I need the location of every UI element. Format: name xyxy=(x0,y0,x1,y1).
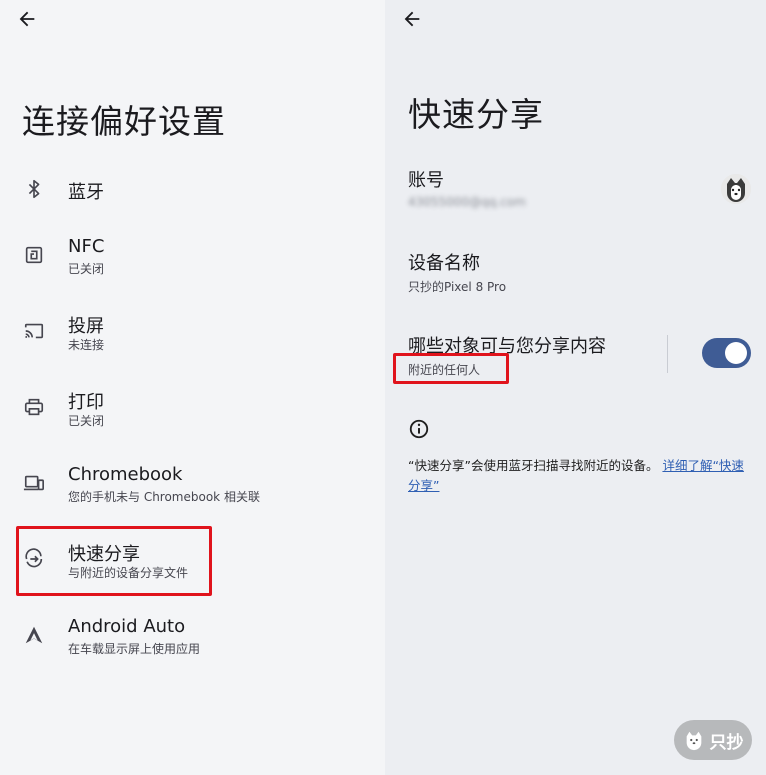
back-arrow-icon[interactable] xyxy=(401,8,425,32)
item-title: 投屏 xyxy=(68,316,104,337)
nfc-icon xyxy=(22,243,46,267)
avatar[interactable] xyxy=(721,174,751,204)
item-subtitle: 在车载显示屏上使用应用 xyxy=(68,642,201,656)
info-icon xyxy=(408,418,430,440)
account-label: 账号 xyxy=(408,170,444,191)
toggle-knob xyxy=(725,342,747,364)
divider xyxy=(667,335,668,373)
item-title: 蓝牙 xyxy=(68,182,104,203)
info-description: “快速分享”会使用蓝牙扫描寻找附近的设备。 xyxy=(408,458,659,473)
device-name-label: 设备名称 xyxy=(408,253,480,274)
page-title: 快速分享 xyxy=(408,95,544,134)
back-arrow-icon[interactable] xyxy=(16,8,40,32)
bluetooth-icon xyxy=(22,177,46,201)
item-subtitle: 未连接 xyxy=(68,338,105,352)
item-title: Chromebook xyxy=(68,464,183,485)
settings-item-chromebook[interactable]: Chromebook 您的手机未与 Chromebook 相关联 xyxy=(0,462,385,522)
highlight-box-visibility xyxy=(393,353,509,384)
print-icon xyxy=(22,395,46,419)
item-subtitle: 您的手机未与 Chromebook 相关联 xyxy=(68,490,260,504)
settings-item-android-auto[interactable]: Android Auto 在车载显示屏上使用应用 xyxy=(0,614,385,674)
item-subtitle: 已关闭 xyxy=(68,262,105,276)
quick-share-pane: 快速分享 账号 43055000@qq.com 设备名称 只抄的Pixel 8 … xyxy=(385,0,766,775)
android-auto-icon xyxy=(22,623,46,647)
item-title: 打印 xyxy=(68,392,104,413)
info-text: “快速分享”会使用蓝牙扫描寻找附近的设备。 详细了解“快速分享” xyxy=(408,456,753,496)
item-subtitle: 已关闭 xyxy=(68,414,105,428)
page-title: 连接偏好设置 xyxy=(22,102,226,141)
watermark-badge: 只抄 xyxy=(674,720,752,760)
settings-item-cast[interactable]: 投屏 未连接 xyxy=(0,310,385,370)
husky-logo-icon xyxy=(686,731,701,751)
settings-item-nfc[interactable]: NFC 已关闭 xyxy=(0,234,385,294)
item-title: NFC xyxy=(68,236,105,257)
account-email: 43055000@qq.com xyxy=(408,195,526,209)
cast-icon xyxy=(22,319,46,343)
watermark-text: 只抄 xyxy=(709,732,744,753)
settings-item-print[interactable]: 打印 已关闭 xyxy=(0,386,385,446)
connection-preferences-pane: 连接偏好设置 蓝牙 NFC 已关闭 投屏 未连接 打印 已关闭 Chromebo… xyxy=(0,0,385,775)
highlight-box-quick-share xyxy=(16,526,212,596)
item-title: Android Auto xyxy=(68,616,186,637)
visibility-toggle[interactable] xyxy=(702,338,751,368)
device-name-value: 只抄的Pixel 8 Pro xyxy=(408,280,507,294)
chromebook-icon xyxy=(22,471,46,495)
settings-item-bluetooth[interactable]: 蓝牙 xyxy=(0,160,385,220)
